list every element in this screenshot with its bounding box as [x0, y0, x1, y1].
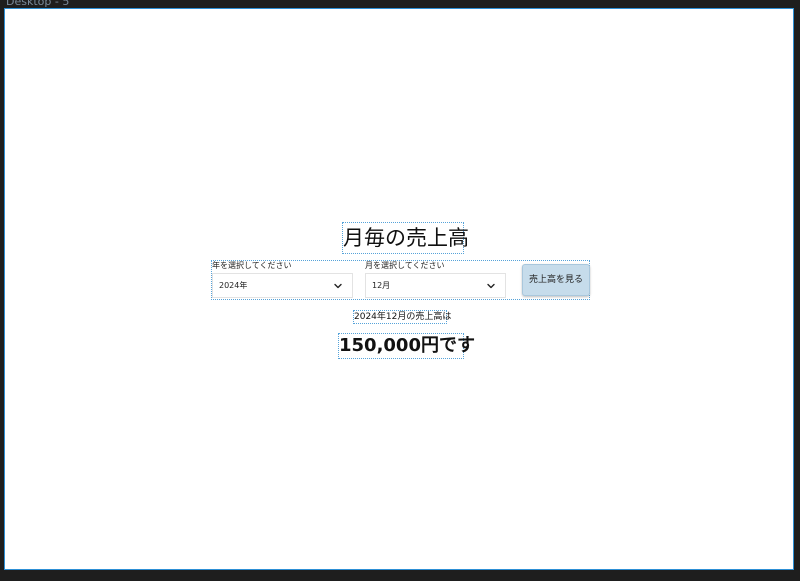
- view-sales-button[interactable]: 売上高を見る: [522, 264, 590, 296]
- month-select[interactable]: 12月: [365, 273, 506, 298]
- filter-form: 年を選択してください 2024年 月を選択してください 12月 売上高を見る: [211, 260, 590, 300]
- result-label: 2024年12月の売上高は: [353, 310, 452, 324]
- year-select-label: 年を選択してください: [212, 261, 292, 270]
- month-select-label: 月を選択してください: [365, 261, 445, 270]
- bottom-bar: [0, 572, 800, 581]
- result-value: 150,000円です: [338, 333, 475, 359]
- year-field: 年を選択してください 2024年: [212, 261, 353, 301]
- frame-label: Desktop - 5: [6, 0, 70, 8]
- year-select[interactable]: 2024年: [212, 273, 353, 298]
- page-title: 月毎の売上高: [342, 222, 469, 254]
- chevron-down-icon: [334, 283, 342, 289]
- month-field: 月を選択してください 12月: [365, 261, 506, 301]
- month-select-value: 12月: [372, 281, 391, 290]
- year-select-value: 2024年: [219, 281, 248, 290]
- chevron-down-icon: [487, 283, 495, 289]
- desktop-frame: 月毎の売上高 年を選択してください 2024年 月を選択してください 12月 売…: [4, 8, 794, 570]
